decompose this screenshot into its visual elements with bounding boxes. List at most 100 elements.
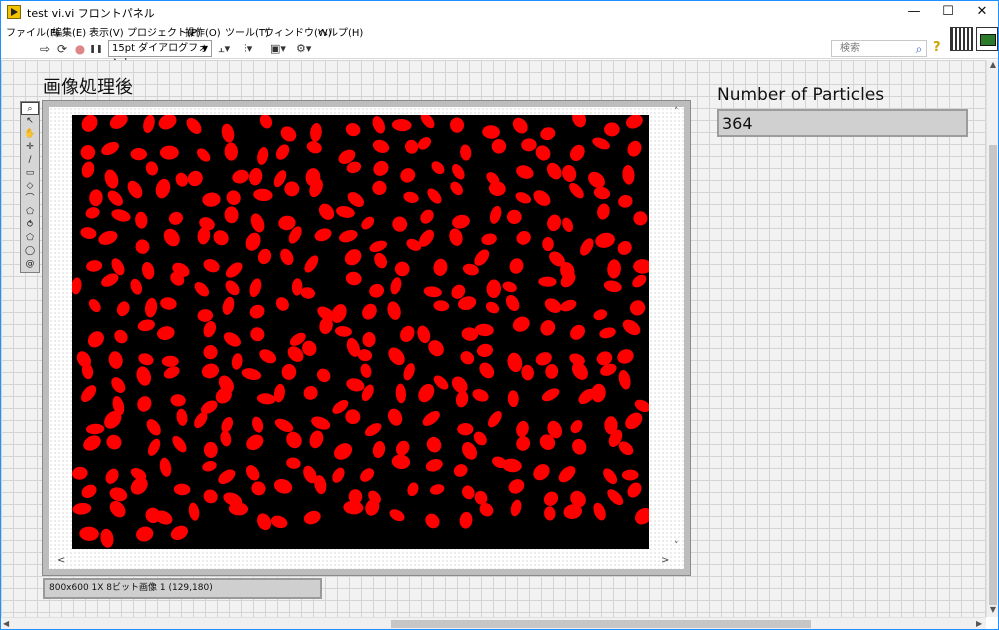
- particle-blob: [488, 411, 502, 428]
- broken-line-tool-icon[interactable]: ⬠: [21, 232, 39, 245]
- scroll-left-icon[interactable]: ◀: [3, 618, 9, 629]
- line-tool-icon[interactable]: ∕: [21, 154, 39, 167]
- menu-help[interactable]: ヘルプ(H): [318, 24, 363, 39]
- pause-icon[interactable]: ❚❚: [88, 41, 104, 57]
- particle-blob: [633, 211, 648, 226]
- particle-blob: [225, 262, 243, 278]
- image-display-area: ˄ ˅ < >: [49, 107, 684, 569]
- menu-view[interactable]: 表示(V): [89, 24, 124, 39]
- particle-blob: [170, 394, 186, 407]
- particle-blob: [607, 489, 624, 506]
- annulus-tool-icon[interactable]: ⌒: [21, 193, 39, 206]
- run-continuously-icon[interactable]: ⟳: [54, 41, 70, 57]
- scroll-thumb[interactable]: [989, 145, 997, 605]
- connector-pane-icon[interactable]: [950, 27, 973, 51]
- image-scroll-left-icon[interactable]: <: [57, 555, 65, 566]
- scroll-down-icon[interactable]: ▼: [987, 605, 998, 614]
- distribute-objects-icon[interactable]: ⫶▾: [244, 41, 252, 57]
- particle-blob: [108, 351, 123, 369]
- particle-blob: [334, 443, 353, 460]
- freehand-region-tool-icon[interactable]: @: [21, 258, 39, 271]
- image-vertical-scrollbar[interactable]: ˄ ˅: [672, 107, 684, 555]
- particle-blob: [168, 211, 183, 225]
- scroll-right-icon[interactable]: ▶: [976, 618, 982, 629]
- particle-blob: [224, 142, 238, 161]
- particle-blob: [194, 282, 210, 297]
- particle-blob: [135, 211, 148, 229]
- rectangle-tool-icon[interactable]: ▭: [21, 167, 39, 180]
- panel-horizontal-scrollbar[interactable]: ◀ ▶: [1, 617, 986, 629]
- particle-blob: [345, 123, 361, 137]
- particle-blob: [224, 206, 239, 224]
- minimize-button[interactable]: —: [897, 1, 931, 23]
- zoom-tool-icon[interactable]: ⌕: [21, 102, 39, 115]
- particle-blob: [374, 252, 388, 269]
- particle-blob: [226, 190, 241, 205]
- particle-blob: [104, 169, 119, 189]
- menu-tools[interactable]: ツール(T): [225, 24, 269, 39]
- particle-blob: [273, 478, 293, 494]
- oval-tool-icon[interactable]: ◯: [21, 245, 39, 258]
- point-tool-icon[interactable]: ✛: [21, 141, 39, 154]
- particle-blob: [627, 482, 642, 498]
- reorder-icon[interactable]: ⚙▾: [296, 41, 311, 57]
- particle-blob: [318, 203, 335, 220]
- particle-image[interactable]: [72, 115, 649, 549]
- title-bar[interactable]: test vi.vi フロントパネル — ☐ ✕: [1, 1, 998, 23]
- particle-blob: [280, 126, 297, 142]
- particle-blob: [314, 228, 332, 242]
- search-icon[interactable]: ⌕: [911, 41, 927, 57]
- font-select-dropdown[interactable]: 15pt ダイアログフォント ▼: [108, 40, 212, 69]
- pan-tool-icon[interactable]: ✋: [21, 128, 39, 141]
- particle-blob: [472, 389, 489, 402]
- run-arrow-icon[interactable]: ⇨: [37, 41, 53, 57]
- particle-blob: [100, 528, 114, 548]
- image-scroll-down-icon[interactable]: ˅: [674, 541, 679, 551]
- vi-icon[interactable]: [976, 27, 998, 51]
- particle-blob: [617, 241, 632, 255]
- resize-objects-icon[interactable]: ▣▾: [270, 41, 286, 57]
- particle-blob: [512, 117, 528, 134]
- particle-blob: [459, 511, 473, 529]
- menu-edit[interactable]: 編集(E): [52, 24, 86, 39]
- scroll-up-icon[interactable]: ▲: [987, 60, 998, 69]
- help-icon[interactable]: ?: [933, 40, 941, 55]
- particle-blob: [538, 276, 557, 287]
- panel-vertical-scrollbar[interactable]: ▲ ▼: [986, 60, 998, 617]
- maximize-button[interactable]: ☐: [931, 1, 965, 23]
- particle-blob: [632, 274, 647, 288]
- particle-blob: [280, 248, 294, 266]
- image-scroll-right-icon[interactable]: >: [661, 555, 669, 566]
- particle-blob: [306, 141, 322, 154]
- align-objects-icon[interactable]: ⫠▾: [218, 41, 230, 57]
- image-display[interactable]: ˄ ˅ < >: [42, 100, 691, 576]
- particle-blob: [246, 434, 264, 451]
- particle-blob: [202, 461, 217, 472]
- rotated-rectangle-tool-icon[interactable]: ◇: [21, 180, 39, 193]
- particle-blob: [479, 362, 495, 379]
- image-scroll-up-icon[interactable]: ˄: [674, 107, 679, 117]
- abort-stop-icon[interactable]: ●: [72, 41, 88, 57]
- particle-blob: [391, 454, 411, 470]
- close-button[interactable]: ✕: [965, 1, 998, 23]
- particle-blob: [221, 123, 235, 143]
- particle-blob: [310, 122, 322, 142]
- particle-blob: [373, 160, 389, 176]
- particle-blob: [201, 363, 220, 379]
- menu-operate[interactable]: 操作(O): [185, 24, 221, 39]
- particle-blob: [155, 178, 171, 199]
- particle-blob: [336, 206, 355, 218]
- particle-blob: [516, 165, 534, 179]
- particle-blob: [86, 423, 105, 435]
- search-placeholder: 検索: [840, 43, 860, 54]
- scroll-thumb[interactable]: [391, 620, 811, 628]
- polygon-tool-icon[interactable]: ⬠: [21, 206, 39, 219]
- particle-blob: [197, 148, 211, 162]
- particle-blob: [457, 422, 474, 436]
- particle-blob: [430, 484, 445, 495]
- freehand-tool-icon[interactable]: ⥀: [21, 219, 39, 232]
- pointer-tool-icon[interactable]: ↖: [21, 115, 39, 128]
- particle-blob: [593, 186, 611, 200]
- image-horizontal-scrollbar[interactable]: < >: [49, 555, 672, 569]
- particle-blob: [343, 500, 364, 515]
